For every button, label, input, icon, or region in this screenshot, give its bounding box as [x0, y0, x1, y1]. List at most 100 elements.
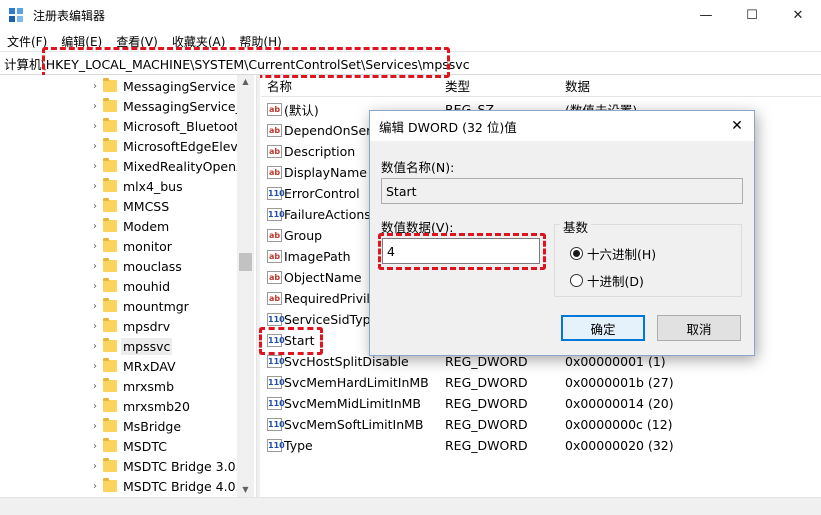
list-row[interactable]: 110 Type REG_DWORD 0x00000020 (32)	[261, 435, 821, 456]
value-name-field: Start	[381, 178, 743, 204]
tree-item[interactable]: › mouhid	[0, 276, 254, 296]
chevron-right-icon[interactable]: ›	[90, 101, 100, 112]
value-name: ServiceSidType	[284, 312, 379, 327]
radio-hex[interactable]: 十六进制(H)	[570, 244, 656, 263]
chevron-right-icon[interactable]: ›	[90, 161, 100, 172]
string-value-icon: ab	[267, 166, 282, 179]
chevron-right-icon[interactable]: ›	[90, 461, 100, 472]
column-type[interactable]: 类型	[445, 76, 470, 95]
tree-item-label: MSDTC Bridge 3.0.0	[123, 458, 248, 474]
folder-icon	[103, 378, 117, 392]
list-row[interactable]: 110 SvcMemMidLimitInMB REG_DWORD 0x00000014…	[261, 393, 821, 414]
title-bar: 注册表编辑器 — ☐ ✕	[0, 0, 821, 31]
tree-item[interactable]: › MicrosoftEdgeEleva	[0, 136, 254, 156]
value-name: FailureActions	[284, 207, 371, 222]
folder-icon	[103, 438, 117, 452]
dialog-close-icon[interactable]: ✕	[720, 111, 754, 141]
tree-item[interactable]: › mouclass	[0, 256, 254, 276]
tree-item[interactable]: › MessagingService_3	[0, 96, 254, 116]
radio-checked-icon[interactable]	[570, 247, 583, 260]
value-name: SvcHostSplitDisable	[284, 354, 409, 369]
chevron-right-icon[interactable]: ›	[90, 441, 100, 452]
value-name: RequiredPrivile	[284, 291, 378, 306]
cancel-button[interactable]: 取消	[657, 315, 741, 341]
tree-item[interactable]: › MRxDAV	[0, 356, 254, 376]
tree-item[interactable]: › mrxsmb20	[0, 396, 254, 416]
tree-item[interactable]: › mpsdrv	[0, 316, 254, 336]
folder-icon	[103, 338, 117, 352]
tree-item-label: MessagingService_3	[123, 98, 250, 114]
scroll-up-icon[interactable]: ▲	[237, 75, 254, 89]
binary-value-icon: 110	[267, 418, 285, 431]
key-tree[interactable]: › MessagingService › MessagingService_3 › Mic…	[0, 75, 254, 497]
tree-item[interactable]: › MSDTC Bridge 4.0.0	[0, 476, 254, 496]
chevron-right-icon[interactable]: ›	[90, 281, 100, 292]
tree-item[interactable]: › MSDTC Bridge 3.0.0	[0, 456, 254, 476]
horizontal-scrollbar[interactable]	[0, 497, 821, 515]
tree-item-label: monitor	[123, 238, 172, 254]
tree-item[interactable]: › monitor	[0, 236, 254, 256]
value-data: 0x0000001b (27)	[565, 375, 674, 390]
tree-item-label: Modem	[123, 218, 170, 234]
chevron-right-icon[interactable]: ›	[90, 481, 100, 492]
chevron-right-icon[interactable]: ›	[90, 181, 100, 192]
chevron-right-icon[interactable]: ›	[90, 201, 100, 212]
dialog-title-bar: 编辑 DWORD (32 位)值 ✕	[370, 111, 754, 141]
chevron-right-icon[interactable]: ›	[90, 121, 100, 132]
tree-item[interactable]: › Microsoft_Bluetooth	[0, 116, 254, 136]
column-name[interactable]: 名称	[267, 76, 292, 95]
tree-item[interactable]: › MessagingService	[0, 76, 254, 96]
chevron-right-icon[interactable]: ›	[90, 341, 100, 352]
tree-item[interactable]: › MSDTC	[0, 436, 254, 456]
value-name: Description	[284, 144, 356, 159]
minimize-button[interactable]: —	[683, 0, 729, 31]
base-label: 基数	[560, 217, 592, 236]
chevron-right-icon[interactable]: ›	[90, 261, 100, 272]
chevron-right-icon[interactable]: ›	[90, 81, 100, 92]
chevron-right-icon[interactable]: ›	[90, 221, 100, 232]
tree-scroll-thumb[interactable]	[239, 253, 252, 271]
scroll-down-icon[interactable]: ▼	[237, 483, 254, 497]
chevron-right-icon[interactable]: ›	[90, 241, 100, 252]
list-row[interactable]: 110 SvcMemSoftLimitInMB REG_DWORD 0x0000000…	[261, 414, 821, 435]
list-row[interactable]: 110 SvcMemHardLimitInMB REG_DWORD 0x0000001…	[261, 372, 821, 393]
chevron-right-icon[interactable]: ›	[90, 361, 100, 372]
radio-decimal[interactable]: 十进制(D)	[570, 271, 644, 290]
value-data: 0x00000014 (20)	[565, 396, 674, 411]
string-value-icon: ab	[267, 271, 282, 284]
chevron-right-icon[interactable]: ›	[90, 381, 100, 392]
tree-item[interactable]: › MixedRealityOpenX	[0, 156, 254, 176]
pane-splitter[interactable]	[256, 75, 260, 497]
value-name: SvcMemHardLimitInMB	[284, 375, 429, 390]
radio-unchecked-icon[interactable]	[570, 274, 583, 287]
ok-button[interactable]: 确定	[561, 315, 645, 341]
tree-item-label: MRxDAV	[123, 358, 176, 374]
chevron-right-icon[interactable]: ›	[90, 141, 100, 152]
tree-item[interactable]: › mpssvc	[0, 336, 254, 356]
chevron-right-icon[interactable]: ›	[90, 301, 100, 312]
tree-item[interactable]: › mountmgr	[0, 296, 254, 316]
chevron-right-icon[interactable]: ›	[90, 401, 100, 412]
column-data[interactable]: 数据	[565, 76, 590, 95]
tree-item[interactable]: › mlx4_bus	[0, 176, 254, 196]
folder-icon	[103, 258, 117, 272]
tree-item[interactable]: › MsBridge	[0, 416, 254, 436]
tree-scrollbar[interactable]: ▲ ▼	[237, 75, 254, 497]
binary-value-icon: 110	[267, 376, 285, 389]
binary-value-icon: 110	[267, 355, 285, 368]
folder-icon	[103, 458, 117, 472]
maximize-button[interactable]: ☐	[729, 0, 775, 31]
tree-item[interactable]: › MMCSS	[0, 196, 254, 216]
close-button[interactable]: ✕	[775, 0, 821, 31]
radio-decimal-label: 十进制(D)	[587, 274, 644, 289]
tree-item[interactable]: › mrxsmb	[0, 376, 254, 396]
chevron-right-icon[interactable]: ›	[90, 421, 100, 432]
tree-item-label: mouclass	[123, 258, 182, 274]
folder-icon	[103, 218, 117, 232]
tree-item-label: mountmgr	[123, 298, 189, 314]
folder-icon	[103, 358, 117, 372]
chevron-right-icon[interactable]: ›	[90, 321, 100, 332]
tree-item[interactable]: › Modem	[0, 216, 254, 236]
value-name: Group	[284, 228, 323, 243]
value-name: SvcMemSoftLimitInMB	[284, 417, 424, 432]
